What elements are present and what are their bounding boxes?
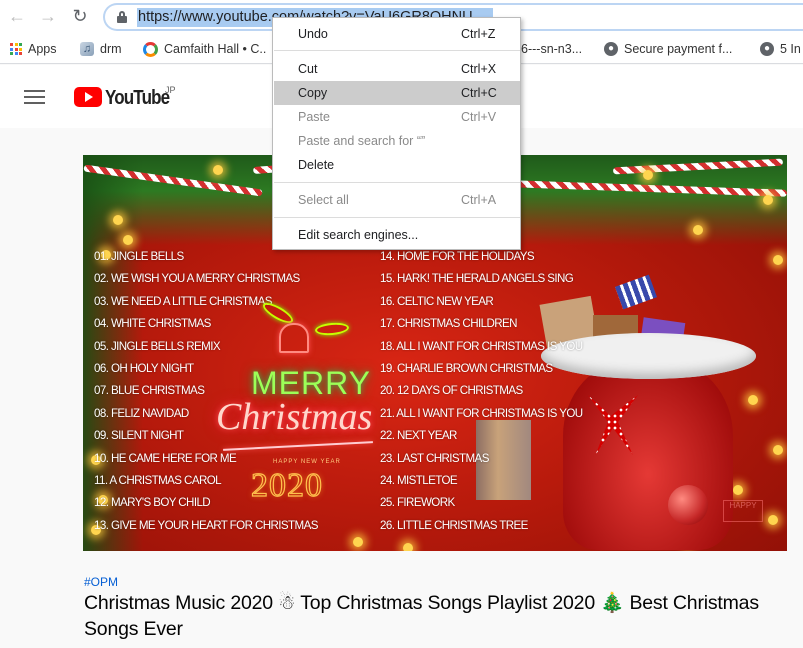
hashtag-link[interactable]: #OPM [84, 575, 118, 589]
song-item: 26. LITTLE CHRISTMAS TREE [380, 518, 528, 532]
song-item: 19. CHARLIE BROWN CHRISTMAS [380, 361, 553, 375]
menu-item-shortcut: Ctrl+A [461, 193, 497, 207]
back-button[interactable]: ← [5, 5, 29, 29]
menu-separator [274, 182, 520, 183]
string-light [643, 170, 653, 180]
video-title: Christmas Music 2020 ☃ Top Christmas Son… [84, 592, 759, 640]
arrow-right-icon: → [39, 6, 57, 26]
menu-item-copy[interactable]: Copy Ctrl+C [274, 81, 520, 105]
bookmark-label: Apps [28, 42, 57, 56]
watermark-stamp: HAPPY [723, 500, 763, 522]
song-item: 17. CHRISTMAS CHILDREN [380, 317, 518, 331]
menu-item-undo[interactable]: Undo Ctrl+Z [274, 22, 520, 46]
song-item: 16. CELTIC NEW YEAR [380, 294, 494, 308]
song-item: 24. MISTLETOE [380, 473, 458, 487]
song-item: 15. HARK! THE HERALD ANGELS SING [380, 272, 574, 286]
song-item: 20. 12 DAYS OF CHRISTMAS [380, 384, 523, 398]
song-item: 18. ALL I WANT FOR CHRISTMAS IS YOU [380, 339, 583, 353]
string-light [213, 165, 223, 175]
menu-item-paste-and-search[interactable]: Paste and search for “” [274, 129, 520, 153]
string-light [403, 543, 413, 551]
song-item: 25. FIREWORK [380, 496, 455, 510]
hamburger-icon[interactable] [24, 90, 45, 104]
song-list-right: 14. HOME FOR THE HOLIDAYS 15. HARK! THE … [380, 246, 583, 537]
string-light [733, 485, 743, 495]
santa-sack [563, 360, 733, 550]
bell-icon [279, 323, 309, 353]
song-item: 23. LAST CHRISTMAS [380, 451, 489, 465]
happy-new-year-text: HAPPY NEW YEAR [273, 459, 341, 465]
string-light [353, 537, 363, 547]
string-light [763, 195, 773, 205]
arrow-left-icon: ← [8, 6, 26, 26]
bookmark-secure-payment[interactable]: ● Secure payment f... [604, 40, 732, 58]
menu-separator [274, 217, 520, 218]
song-item: 22. NEXT YEAR [380, 429, 457, 443]
menu-item-label: Cut [298, 62, 318, 76]
youtube-play-icon [74, 87, 102, 107]
string-light [123, 235, 133, 245]
context-menu: Undo Ctrl+Z Cut Ctrl+X Copy Ctrl+C Paste… [272, 17, 521, 250]
string-light [113, 215, 123, 225]
string-light [768, 515, 778, 525]
forward-button[interactable]: → [36, 5, 60, 29]
menu-item-label: Delete [298, 158, 335, 172]
region-code: JP [165, 85, 176, 95]
menu-item-select-all[interactable]: Select all Ctrl+A [274, 188, 520, 212]
song-item: 13. GIVE ME YOUR HEART FOR CHRISTMAS [94, 518, 318, 532]
reload-button[interactable]: ↻ [68, 5, 92, 29]
menu-item-shortcut: Ctrl+X [461, 62, 497, 76]
lock-icon[interactable] [117, 11, 127, 23]
string-light [748, 395, 758, 405]
menu-item-label: Copy [298, 86, 328, 100]
song-item: 21. ALL I WANT FOR CHRISTMAS IS YOU [380, 406, 583, 420]
bookmark-label: Camfaith Hall • C.. [164, 42, 267, 56]
bookmark-5-in[interactable]: ● 5 In [760, 40, 801, 58]
holly-leaf [314, 321, 350, 337]
ornament-ball [668, 485, 708, 525]
bookmark-label: 5 In [780, 42, 801, 56]
gift-box [614, 274, 658, 310]
menu-item-label: Select all [298, 193, 349, 207]
bookmark-label: Secure payment f... [624, 42, 733, 56]
string-light [773, 445, 783, 455]
menu-item-paste[interactable]: Paste Ctrl+V [274, 105, 520, 129]
bookmark-apps[interactable]: Apps [10, 40, 57, 58]
camfaith-icon [143, 41, 158, 57]
menu-item-label: Edit search engines... [298, 228, 419, 242]
menu-item-edit-search-engines[interactable]: Edit search engines... [274, 223, 520, 247]
menu-item-shortcut: Ctrl+Z [461, 27, 496, 41]
globe-icon: ● [604, 42, 618, 56]
menu-separator [274, 50, 520, 51]
music-icon: ♫ [80, 42, 94, 56]
year-text: 2020 [250, 466, 323, 504]
string-light [773, 255, 783, 265]
menu-item-shortcut: Ctrl+C [461, 86, 497, 100]
apps-grid-icon [10, 43, 22, 55]
christmas-script-text: Christmas [216, 396, 373, 438]
menu-item-label: Paste and search for “” [298, 134, 426, 148]
menu-item-delete[interactable]: Delete [274, 153, 520, 177]
menu-item-label: Undo [298, 27, 328, 41]
bookmark-sn[interactable]: 6---sn-n3... [521, 40, 582, 58]
bookmark-drm[interactable]: ♫ drm [80, 40, 122, 58]
reload-icon: ↻ [72, 6, 88, 26]
string-light [693, 225, 703, 235]
bookmark-label: drm [100, 42, 122, 56]
bookmark-camfaith[interactable]: Camfaith Hall • C.. [143, 40, 266, 58]
menu-item-label: Paste [298, 110, 330, 124]
bookmark-label: 6---sn-n3... [521, 42, 583, 56]
youtube-wordmark: YouTube [105, 87, 170, 109]
song-item: 02. WE WISH YOU A MERRY CHRISTMAS [94, 272, 300, 286]
globe-icon: ● [760, 42, 774, 56]
menu-item-cut[interactable]: Cut Ctrl+X [274, 57, 520, 81]
menu-item-shortcut: Ctrl+V [461, 110, 497, 124]
